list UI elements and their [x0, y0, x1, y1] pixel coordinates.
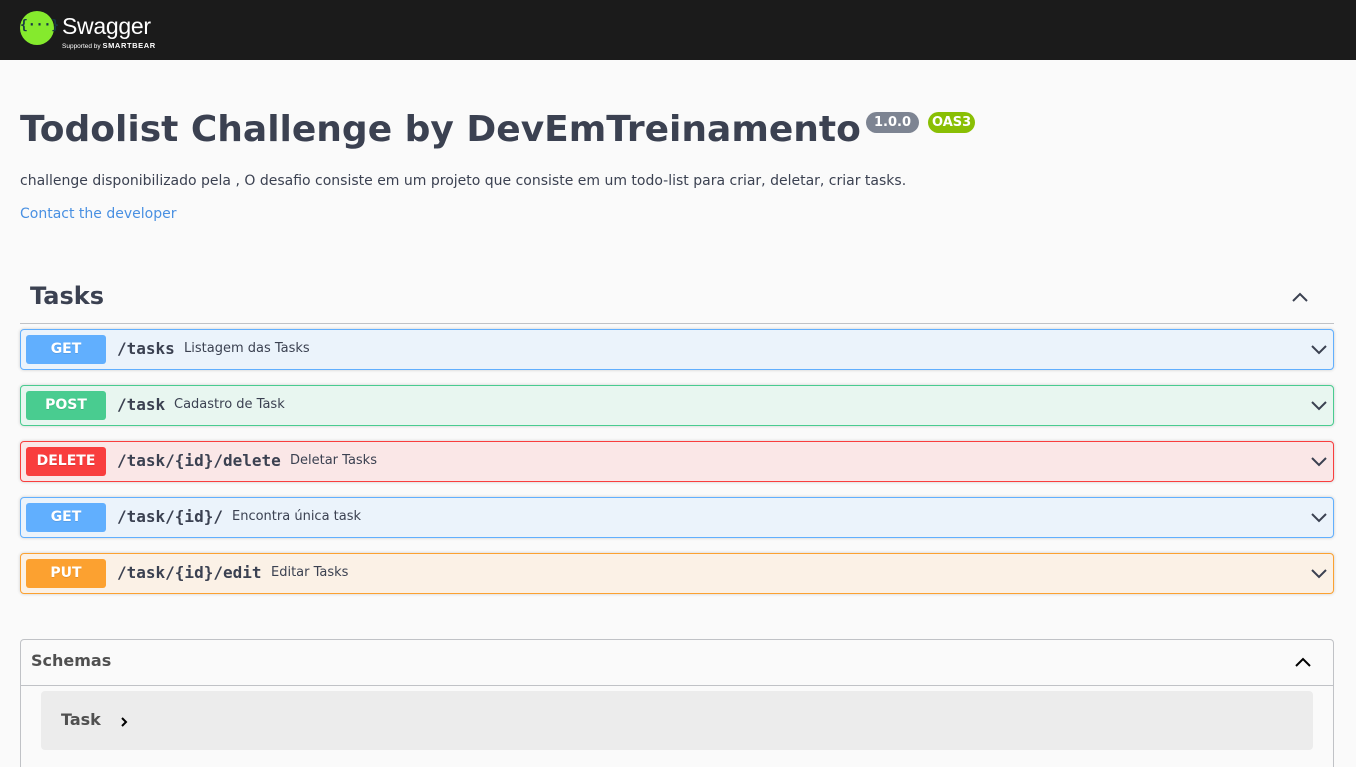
operation-summary: Editar Tasks — [271, 565, 349, 580]
chevron-down-icon[interactable] — [1309, 564, 1329, 584]
topbar: {···} Swagger Supported by SMARTBEAR — [0, 0, 1356, 60]
tag-section-tasks[interactable]: Tasks — [20, 272, 1334, 324]
operation-path: /task — [117, 395, 166, 414]
chevron-down-icon[interactable] — [1309, 396, 1329, 416]
chevron-down-icon[interactable] — [1309, 508, 1329, 528]
api-description: challenge disponibilizado pela , O desaf… — [20, 173, 907, 189]
operation-path: /task/{id}/edit — [117, 563, 262, 582]
logo-wordmark: Swagger — [62, 13, 151, 39]
oas-badge: OAS3 — [928, 112, 976, 133]
swagger-logo-icon: {···} — [20, 11, 60, 45]
operation-summary: Deletar Tasks — [290, 453, 377, 468]
operation-post-task[interactable]: POST /task Cadastro de Task — [20, 385, 1334, 426]
logo-tagline-brand: SMARTBEAR — [102, 41, 156, 50]
operation-get-tasks[interactable]: GET /tasks Listagem das Tasks — [20, 329, 1334, 370]
tag-title: Tasks — [30, 282, 105, 310]
version-badge: 1.0.0 — [866, 112, 920, 133]
swagger-logo-link[interactable]: {···} Swagger Supported by SMARTBEAR — [20, 11, 162, 51]
logo-tagline-prefix: Supported by — [62, 43, 101, 50]
model-name: Task — [61, 710, 101, 729]
contact-developer-link[interactable]: Contact the developer — [20, 206, 176, 222]
method-badge: DELETE — [26, 447, 106, 476]
method-badge: GET — [26, 503, 106, 532]
method-badge: PUT — [26, 559, 106, 588]
chevron-up-icon[interactable] — [1290, 287, 1310, 307]
chevron-down-icon[interactable] — [1309, 452, 1329, 472]
chevron-right-icon[interactable] — [119, 714, 129, 728]
operation-get-task-by-id[interactable]: GET /task/{id}/ Encontra única task — [20, 497, 1334, 538]
schemas-title: Schemas — [31, 651, 112, 670]
model-task[interactable]: Task — [41, 691, 1313, 750]
operation-put-task[interactable]: PUT /task/{id}/edit Editar Tasks — [20, 553, 1334, 594]
chevron-down-icon[interactable] — [1309, 340, 1329, 360]
operation-summary: Encontra única task — [232, 509, 362, 524]
operation-summary: Cadastro de Task — [174, 397, 285, 412]
api-title: Todolist Challenge by DevEmTreinamento — [20, 109, 861, 150]
schemas-header[interactable]: Schemas — [21, 640, 1333, 686]
operation-path: /task/{id}/delete — [117, 451, 281, 470]
method-badge: POST — [26, 391, 106, 420]
method-badge: GET — [26, 335, 106, 364]
schemas-section: Schemas Task — [20, 639, 1334, 767]
operation-summary: Listagem das Tasks — [184, 341, 310, 356]
operation-path: /tasks — [117, 339, 175, 358]
operation-delete-task[interactable]: DELETE /task/{id}/delete Deletar Tasks — [20, 441, 1334, 482]
logo-tagline: Supported by SMARTBEAR — [62, 41, 156, 50]
logo-symbol: {···} — [20, 18, 60, 33]
chevron-up-icon[interactable] — [1293, 652, 1313, 672]
operation-path: /task/{id}/ — [117, 507, 223, 526]
